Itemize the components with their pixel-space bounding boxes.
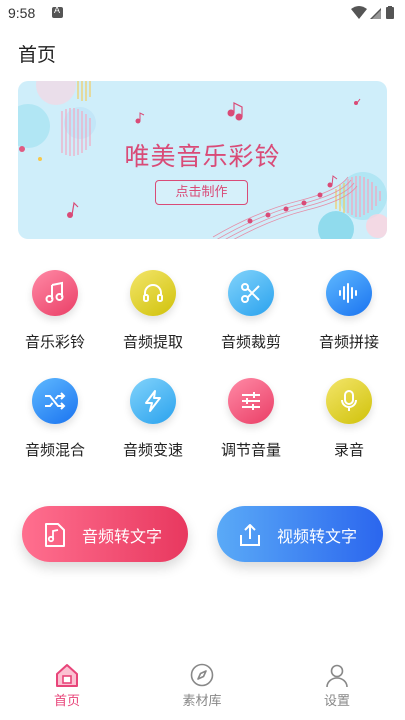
microphone-icon	[341, 390, 357, 411]
tab-label: 素材库	[182, 694, 222, 709]
banner-title: 唯美音乐彩铃	[124, 142, 281, 171]
page-title: 首页	[18, 44, 57, 66]
tool-label: 音乐彩铃	[24, 333, 85, 351]
status-bar: 9:58	[0, 0, 405, 28]
tool-audio-mix[interactable]: 音频混合	[11, 378, 99, 460]
make-now-button[interactable]: 点击制作	[155, 180, 248, 205]
notification-app-icon	[52, 5, 63, 18]
battery-icon	[386, 7, 394, 19]
home-icon	[56, 664, 78, 687]
tab-label: 首页	[53, 694, 80, 709]
tool-audio-cut[interactable]: 音频裁剪	[207, 270, 295, 352]
tool-audio-join[interactable]: 音频拼接	[305, 270, 393, 352]
audio-to-text-label: 音频转文字	[82, 527, 163, 546]
wifi-icon	[351, 6, 367, 19]
person-icon	[326, 664, 348, 688]
bottom-tab-bar: 首页 素材库 设置	[0, 662, 405, 720]
shuffle-icon	[45, 392, 66, 410]
tool-audio-speed[interactable]: 音频变速	[109, 378, 197, 460]
scissors-icon	[241, 283, 260, 303]
status-time: 9:58	[8, 5, 36, 21]
tool-label: 录音	[333, 441, 364, 459]
audio-file-icon	[45, 523, 65, 547]
upload-icon	[240, 524, 260, 546]
sliders-icon	[242, 392, 260, 410]
tab-label: 设置	[323, 694, 350, 709]
music-note-icon	[45, 281, 64, 303]
tab-library[interactable]: 素材库	[162, 662, 242, 709]
video-to-text-label: 视频转文字	[277, 527, 358, 546]
tool-adjust-volume[interactable]: 调节音量	[207, 378, 295, 460]
headphones-icon	[143, 284, 163, 302]
lightning-icon	[145, 390, 161, 412]
video-to-text-button[interactable]: 视频转文字	[217, 506, 383, 562]
system-status-icons	[351, 6, 394, 19]
promo-banner[interactable]: 唯美音乐彩铃 点击制作	[18, 81, 387, 239]
audio-to-text-button[interactable]: 音频转文字	[22, 506, 188, 562]
tool-label: 音频拼接	[318, 333, 379, 351]
tool-label: 音频提取	[122, 333, 183, 351]
tool-record[interactable]: 录音	[305, 378, 393, 460]
tool-music-ringtone[interactable]: 音乐彩铃	[11, 270, 99, 352]
compass-icon	[190, 663, 214, 687]
tool-label: 调节音量	[220, 441, 281, 459]
tool-label: 音频裁剪	[220, 333, 281, 351]
tool-audio-extract[interactable]: 音频提取	[109, 270, 197, 352]
tab-home[interactable]: 首页	[27, 662, 107, 709]
tool-label: 音频混合	[24, 441, 85, 459]
tab-settings[interactable]: 设置	[297, 662, 377, 709]
tool-label: 音频变速	[122, 441, 183, 459]
waveform-icon	[339, 283, 357, 303]
